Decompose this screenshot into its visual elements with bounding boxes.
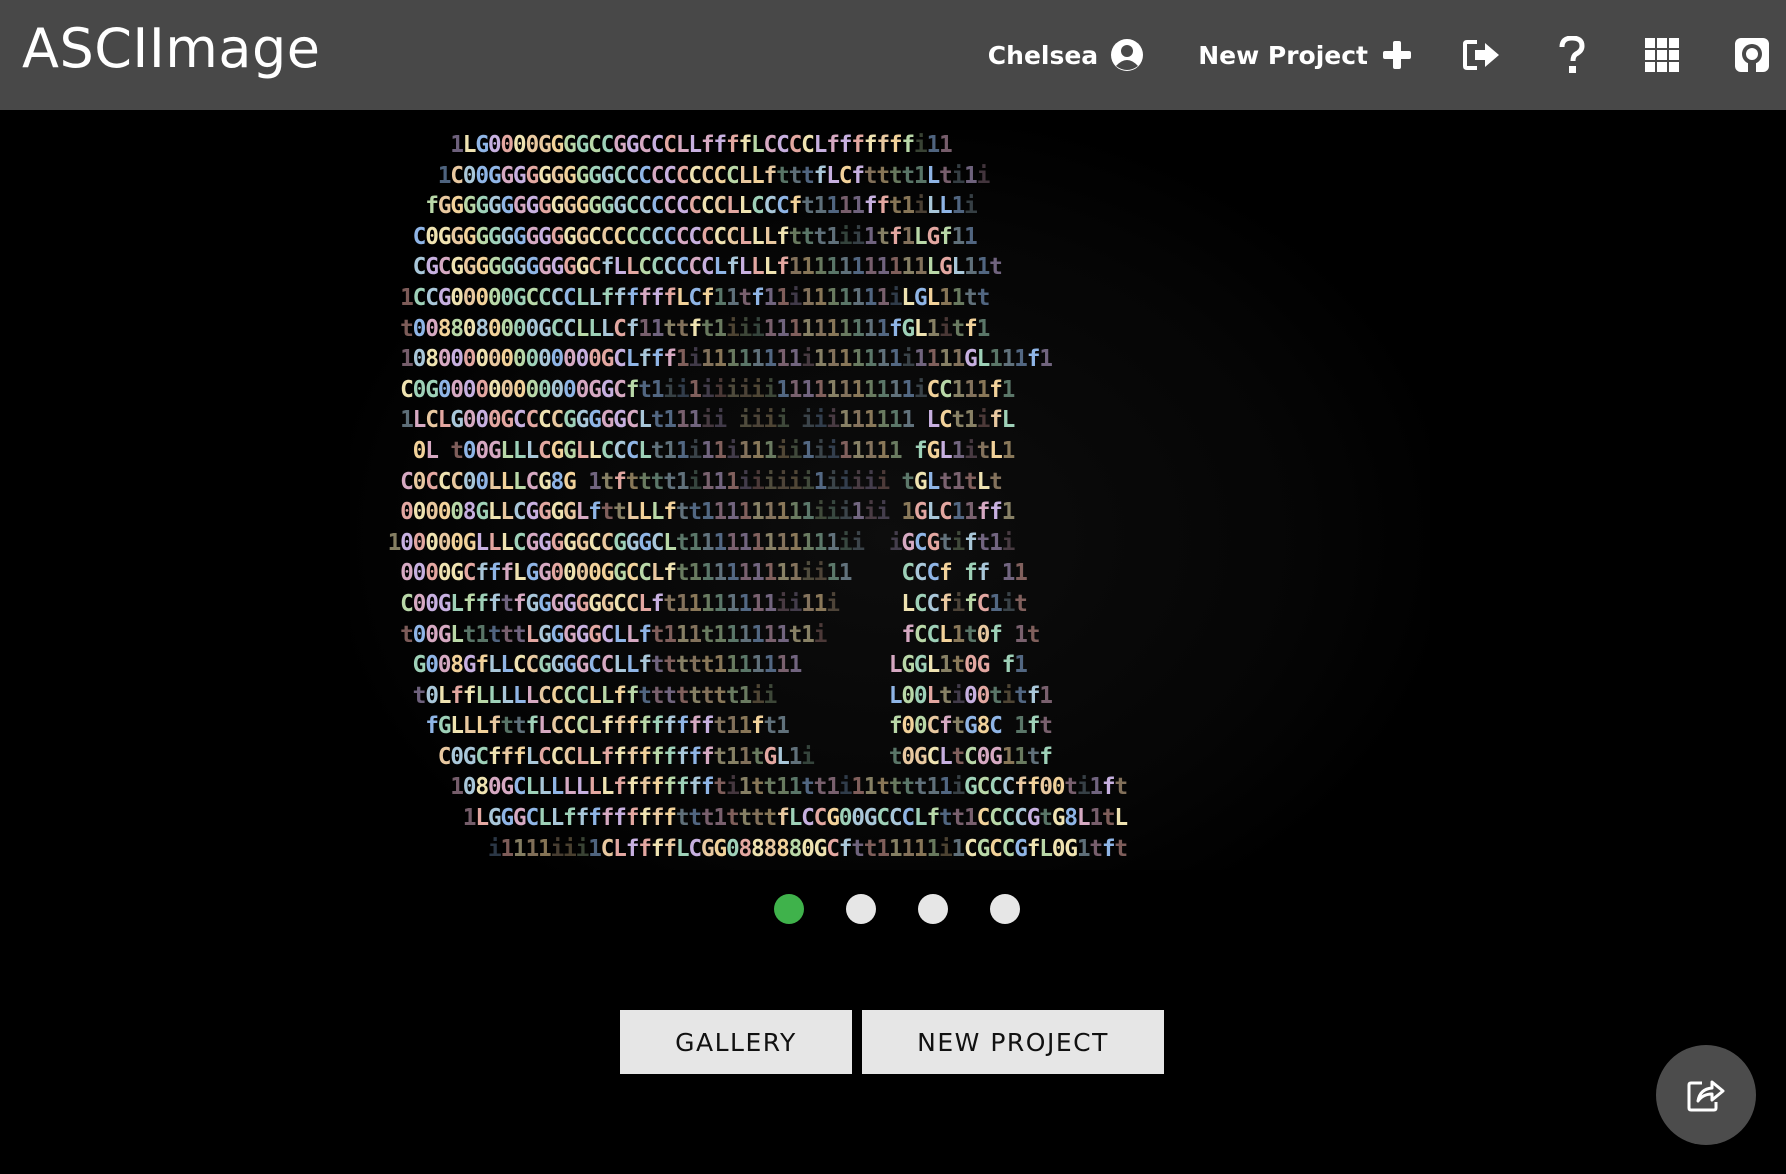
ascii-art-row: 1CCG00000GCCCCLLffffffLCf11tf11i1111111i… — [400, 284, 990, 311]
ascii-art-row: C00GLffftfGGGGGGGCCLft11111111ii11i LCCf… — [400, 590, 1028, 617]
navbar-actions: Chelsea New Project — [988, 0, 1786, 110]
ascii-art-row: 0000GCfffLGG0000GGCCLft111111111ii11 CCC… — [400, 560, 1028, 587]
ascii-art-row: t0088080000GCCLLLCf11ttft1iii1111111111f… — [400, 315, 990, 342]
ascii-art-row: C0G000000000000GGCft1ii1iiiiii1111111111… — [400, 376, 1015, 403]
brand-logo[interactable]: ASCIImage — [22, 14, 320, 84]
ascii-art-row: 1LGGGCLLfffffffffttt1ttttfLCCG00GCCCLftt… — [462, 805, 1128, 832]
carousel-dot[interactable] — [774, 894, 804, 924]
user-circle-icon — [1110, 38, 1144, 72]
ascii-art-row: t00GLt1tttLGGGGGCLLft111t111111t1i fCCL1… — [400, 621, 1040, 648]
ascii-art-row: 1C00GGGGGGGGGGCCCCCCCCCCLLftttfLCftttt1L… — [437, 162, 991, 189]
ascii-art-row: C0GGGGGGGGGGGGCCCCCCCCCCCCLLLfttt1ii1tf1… — [412, 223, 978, 250]
share-icon — [1686, 1077, 1726, 1113]
ascii-art-row: i1111iii1CLffffLCGG0888880GCftt11111i1CG… — [487, 835, 1128, 862]
new-project-button[interactable]: NEW PROJECT — [862, 1010, 1164, 1074]
navbar: ASCIImage Chelsea New Project — [0, 0, 1786, 110]
sign-out-icon[interactable] — [1462, 35, 1502, 75]
ascii-art-row: G008GfLLCCGGGGCCLLfttttt1111111 LGGL1t0G… — [412, 652, 1028, 679]
grid-icon[interactable] — [1642, 35, 1682, 75]
user-name: Chelsea — [987, 40, 1099, 70]
ascii-art-row: 0L t00GLLLCGGLLCCCLt11i11i111ii1ii11111 … — [412, 437, 1016, 464]
ascii-art-row: 1080000000000000GCLfff1i11111111i1111111… — [400, 346, 1053, 373]
carousel-dot[interactable] — [990, 894, 1020, 924]
carousel-dot[interactable] — [918, 894, 948, 924]
ascii-art-row: fGGGGGGGGGGGGGGGCCCCCCCCLLCCCft1111fft1i… — [425, 193, 978, 220]
user-menu[interactable]: Chelsea — [988, 38, 1144, 72]
ascii-art-row: 000008GLLCGGGGLfttLLLftt111111111iii1ii … — [400, 499, 1015, 526]
ascii-art-row: 1LCLG000GCCCCGGGGGCLt111ii iiii iii11111… — [400, 407, 1015, 434]
ascii-art-text: 1LG0000GGGGCCGGCCCLLffffLCCCCLfffffffi11… — [350, 130, 1129, 864]
carousel-dots — [0, 894, 1786, 924]
ascii-art-row: 100000GLLLCGGGGGCCGGGCLt111111111111ii i… — [387, 529, 1016, 556]
ascii-art-row: CGCGGGGGGGGGGGCfLLCCCCCCLfLLLf1111111111… — [412, 254, 1003, 281]
github-icon[interactable] — [1732, 35, 1772, 75]
gallery-button[interactable]: GALLERY — [620, 1010, 852, 1074]
ascii-art-row: C0GCfffLCCCLLffffffffft11tGL1i t0GCLtC0G… — [437, 743, 1053, 770]
ascii-art-row: fGLLLfttfLCCCLffffffffft11ft1 f00CftG8C … — [425, 713, 1053, 740]
action-buttons: GALLERY NEW PROJECT — [620, 1010, 1164, 1074]
plus-icon — [1382, 40, 1412, 70]
share-button[interactable] — [1656, 1045, 1756, 1145]
ascii-art-preview: 1LG0000GGGGCCGGCCCLLffffLCCCCLfffffffi11… — [350, 130, 1430, 870]
question-icon[interactable] — [1552, 35, 1592, 75]
ascii-art-row: t0LffLLLLLCCCCLLfftttttttt1ii L00Lti00ti… — [412, 682, 1053, 709]
carousel-dot[interactable] — [846, 894, 876, 924]
ascii-art-row: C0CCC00LLLCG8G 1tftttt1i111iiiiii1iiiii … — [400, 468, 1003, 495]
ascii-art-row: 1LG0000GGGGCCGGCCCLLffffLCCCCLfffffffi11 — [450, 132, 952, 158]
ascii-art-row: 1080GCLLLLLLLffffffffti1tt11tt1i11tttt11… — [450, 774, 1128, 801]
new-project-nav-button[interactable]: New Project — [1198, 40, 1412, 70]
new-project-nav-label: New Project — [1198, 40, 1368, 70]
